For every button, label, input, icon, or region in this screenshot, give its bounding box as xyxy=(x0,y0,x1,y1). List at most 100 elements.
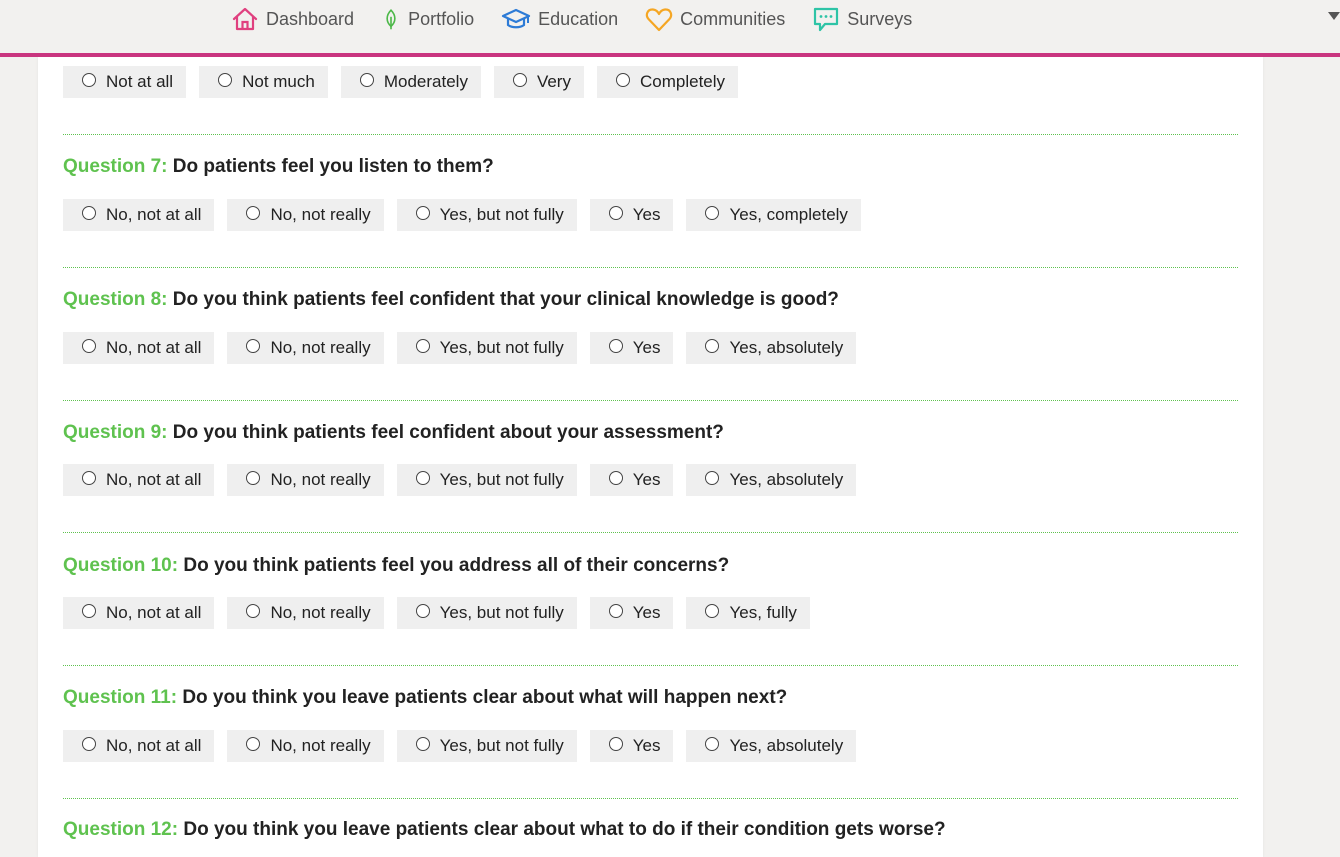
radio-option[interactable]: Moderately xyxy=(340,66,481,98)
option-label: Yes, absolutely xyxy=(729,338,844,357)
option-label: Yes, but not fully xyxy=(439,470,564,489)
radio-button[interactable] xyxy=(608,604,623,618)
radio-option[interactable]: No, not really xyxy=(227,332,384,364)
radio-option[interactable]: Yes, but not fully xyxy=(396,597,577,629)
radio-option[interactable]: No, not really xyxy=(227,199,384,231)
radio-option[interactable]: No, not really xyxy=(227,730,384,762)
radio-option[interactable]: Yes xyxy=(589,597,674,629)
radio-option[interactable]: Yes, but not fully xyxy=(396,464,577,496)
radio-option[interactable]: Yes, absolutely xyxy=(686,332,857,364)
nav-item-education[interactable]: Education xyxy=(500,4,618,34)
radio-button[interactable] xyxy=(82,206,96,220)
radio-button[interactable] xyxy=(705,206,720,220)
nav-item-communities[interactable]: Communities xyxy=(644,4,785,34)
radio-button[interactable] xyxy=(415,339,430,353)
top-navigation-bar: Dashboard Portfolio Education Communitie… xyxy=(0,0,1340,57)
question-options: No, not at all No, not really Yes, but n… xyxy=(63,332,869,364)
radio-option[interactable]: Yes xyxy=(589,332,674,364)
radio-button[interactable] xyxy=(246,206,261,220)
radio-button[interactable] xyxy=(82,737,96,751)
nav-label: Communities xyxy=(680,8,786,29)
radio-option[interactable]: No, not at all xyxy=(63,597,215,629)
radio-button[interactable] xyxy=(82,73,96,87)
question-divider xyxy=(63,532,1238,533)
heart-icon xyxy=(646,8,673,32)
question-title: Question 8: Do you think patients feel c… xyxy=(63,289,839,311)
radio-button[interactable] xyxy=(705,471,720,485)
radio-button[interactable] xyxy=(82,339,96,353)
radio-option[interactable]: Not at all xyxy=(63,66,187,98)
radio-button[interactable] xyxy=(82,604,96,618)
option-label: Not much xyxy=(242,72,315,91)
radio-option[interactable]: Yes xyxy=(589,730,674,762)
radio-button[interactable] xyxy=(246,471,261,485)
radio-button[interactable] xyxy=(415,206,430,220)
option-label: No, not really xyxy=(270,205,371,224)
radio-option[interactable]: No, not at all xyxy=(63,464,215,496)
radio-button[interactable] xyxy=(608,737,623,751)
radio-option[interactable]: Yes, but not fully xyxy=(396,199,577,231)
nav-item-dashboard[interactable]: Dashboard xyxy=(230,4,354,34)
radio-option[interactable]: No, not really xyxy=(227,464,384,496)
radio-button[interactable] xyxy=(615,73,630,87)
radio-button[interactable] xyxy=(82,471,96,485)
option-label: No, not really xyxy=(270,338,371,357)
radio-button[interactable] xyxy=(512,73,527,87)
question-options: No, not at all No, not really Yes, but n… xyxy=(63,199,874,231)
radio-option[interactable]: Yes, but not fully xyxy=(396,730,577,762)
radio-option[interactable]: Yes, absolutely xyxy=(686,464,857,496)
radio-option[interactable]: Not much xyxy=(199,66,328,98)
radio-option[interactable]: Yes, fully xyxy=(686,597,810,629)
radio-button[interactable] xyxy=(359,73,374,87)
question-text: Do you think patients feel confident tha… xyxy=(172,289,839,310)
radio-option[interactable]: No, not at all xyxy=(63,199,215,231)
radio-button[interactable] xyxy=(218,73,233,87)
radio-button[interactable] xyxy=(608,206,623,220)
nav-item-portfolio[interactable]: Portfolio xyxy=(380,4,474,34)
chevron-down-icon[interactable] xyxy=(1328,12,1340,20)
radio-option[interactable]: Yes, but not fully xyxy=(396,332,577,364)
radio-button[interactable] xyxy=(705,339,720,353)
question-number: Question 9: xyxy=(63,422,168,443)
radio-button[interactable] xyxy=(608,471,623,485)
radio-option[interactable]: Completely xyxy=(596,66,739,98)
question-title: Question 9: Do you think patients feel c… xyxy=(63,422,724,444)
question-divider xyxy=(63,798,1238,799)
nav-label: Dashboard xyxy=(266,8,355,29)
question-divider xyxy=(63,665,1238,666)
radio-option[interactable]: Very xyxy=(493,66,584,98)
radio-option[interactable]: No, not at all xyxy=(63,730,215,762)
radio-button[interactable] xyxy=(705,604,720,618)
question-divider xyxy=(63,267,1238,268)
question-text: Do patients feel you listen to them? xyxy=(172,156,494,177)
radio-button[interactable] xyxy=(415,737,430,751)
radio-option[interactable]: Yes xyxy=(589,464,674,496)
question-text: Do you think you leave patients clear ab… xyxy=(182,687,788,708)
option-label: Yes xyxy=(632,338,661,357)
radio-button[interactable] xyxy=(415,471,430,485)
nav-label: Surveys xyxy=(847,8,913,29)
radio-button[interactable] xyxy=(608,339,623,353)
question-divider xyxy=(63,400,1238,401)
option-label: Not at all xyxy=(106,72,174,91)
option-label: Yes, completely xyxy=(729,205,848,224)
nav-item-surveys[interactable]: Surveys xyxy=(811,4,912,34)
option-label: Yes, but not fully xyxy=(439,736,564,755)
question-text: Do you think patients feel confident abo… xyxy=(172,422,724,443)
radio-button[interactable] xyxy=(246,737,261,751)
radio-option[interactable]: Yes, completely xyxy=(686,199,861,231)
question-number: Question 7: xyxy=(63,156,168,177)
radio-button[interactable] xyxy=(246,604,261,618)
option-label: No, not at all xyxy=(106,205,202,224)
radio-option[interactable]: Yes xyxy=(589,199,674,231)
option-label: Completely xyxy=(639,72,726,91)
radio-option[interactable]: No, not really xyxy=(227,597,384,629)
radio-option[interactable]: No, not at all xyxy=(63,332,215,364)
question-title: Question 11: Do you think you leave pati… xyxy=(63,687,787,709)
graduation-cap-icon xyxy=(502,8,531,29)
main-nav: Dashboard Portfolio Education Communitie… xyxy=(230,4,938,34)
radio-button[interactable] xyxy=(415,604,430,618)
radio-button[interactable] xyxy=(246,339,261,353)
radio-option[interactable]: Yes, absolutely xyxy=(686,730,857,762)
radio-button[interactable] xyxy=(705,737,720,751)
